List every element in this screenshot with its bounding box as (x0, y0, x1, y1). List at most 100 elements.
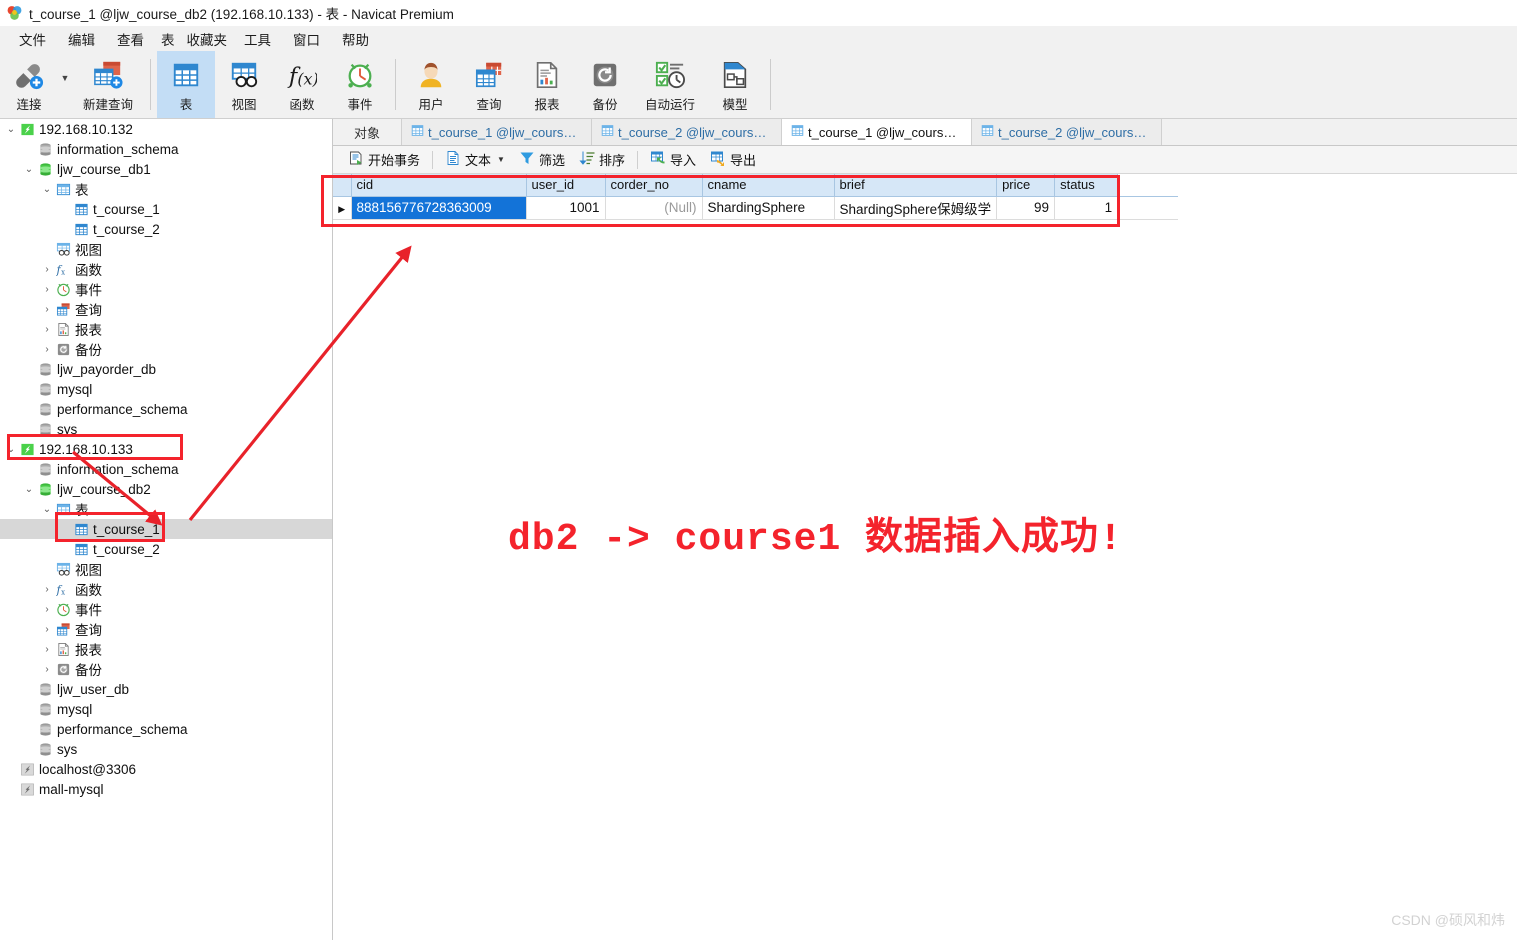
tree-node-ljw_user_db[interactable]: ljw_user_db (0, 679, 332, 699)
tree-node-函数[interactable]: › f x 函数 (0, 579, 332, 599)
tree-node-performance_schema[interactable]: performance_schema (0, 719, 332, 739)
tree-node-ljw_course_db1[interactable]: ⌄ ljw_course_db1 (0, 159, 332, 179)
tree-node-事件[interactable]: › 事件 (0, 599, 332, 619)
tree-node-事件[interactable]: › 事件 (0, 279, 332, 299)
toolbar-button-backup[interactable]: 备份 (576, 51, 634, 118)
grid-cell-brief[interactable]: ShardingSphere保姆级学 (834, 196, 998, 220)
tree-node-mysql[interactable]: mysql (0, 379, 332, 399)
data-toolbar-begin-transaction[interactable]: 开始事务 (341, 148, 427, 172)
chevron-right-icon[interactable]: › (40, 644, 54, 655)
data-toolbar-text[interactable]: 文本 ▼ (438, 148, 512, 172)
grid-column-header-cid[interactable]: cid (351, 174, 527, 197)
tree-node-t_course_1[interactable]: t_course_1 (0, 199, 332, 219)
grid-cell-status[interactable]: 1 (1054, 196, 1119, 220)
data-toolbar-filter[interactable]: 筛选 (512, 148, 572, 172)
object-pane-label[interactable]: 对象 (333, 119, 401, 145)
grid-cell-price[interactable]: 99 (996, 196, 1056, 220)
data-toolbar-import[interactable]: 导入 (643, 148, 703, 172)
toolbar-button-connection[interactable]: 连接 (0, 51, 58, 118)
tree-node-t_course_2[interactable]: t_course_2 (0, 219, 332, 239)
tree-node-sys[interactable]: sys (0, 739, 332, 759)
grid-column-header-price[interactable]: price (996, 174, 1056, 197)
chevron-right-icon[interactable]: › (40, 264, 54, 275)
tree-node-备份[interactable]: › 备份 (0, 339, 332, 359)
grid-cell-corder_no[interactable]: (Null) (605, 196, 703, 220)
tree-node-mysql[interactable]: mysql (0, 699, 332, 719)
connection-tree-sidebar[interactable]: ⌄ 192.168.10.132 information_schema ⌄ ljw_co… (0, 119, 333, 940)
tree-node-t_course_1[interactable]: t_course_1 (0, 519, 332, 539)
grid-column-header-user_id[interactable]: user_id (526, 174, 606, 197)
toolbar-button-function[interactable]: f (x) 函数 (273, 51, 331, 118)
menu-view[interactable]: 查看 (106, 27, 155, 51)
tree-node-ljw_payorder_db[interactable]: ljw_payorder_db (0, 359, 332, 379)
toolbar-button-event-clock[interactable]: 事件 (331, 51, 389, 118)
grid-cell-user_id[interactable]: 1001 (526, 196, 606, 220)
menu-table[interactable]: 表 (155, 27, 181, 51)
tree-node-192-168-10-132[interactable]: ⌄ 192.168.10.132 (0, 119, 332, 139)
data-grid-toolbar[interactable]: 开始事务 文本 ▼ 筛选 排序 导入 导出 (333, 146, 1517, 174)
tree-node-报表[interactable]: › 报表 (0, 639, 332, 659)
chevron-right-icon[interactable]: › (40, 664, 54, 675)
menu-help[interactable]: 帮助 (331, 27, 380, 51)
chevron-down-icon[interactable]: ⌄ (40, 504, 54, 515)
chevron-down-icon[interactable]: ⌄ (22, 484, 36, 495)
toolbar-button-new-query[interactable]: 新建查询 (72, 51, 144, 118)
table-row[interactable]: ▶ 888156776728363009 1001 (Null) ShardingSph… (333, 196, 1178, 220)
menu-edit[interactable]: 编辑 (57, 27, 106, 51)
tree-node-视图[interactable]: 视图 (0, 559, 332, 579)
chevron-right-icon[interactable]: › (40, 284, 54, 295)
menu-favorites[interactable]: 收藏夹 (181, 27, 234, 51)
toolbar-button-user[interactable]: 用户 (402, 51, 460, 118)
grid-column-header-corder_no[interactable]: corder_no (605, 174, 703, 197)
tree-node-192-168-10-133[interactable]: ⌄ 192.168.10.133 (0, 439, 332, 459)
document-tab-strip[interactable]: 对象 t_course_1 @ljw_course_d... t_course_2… (333, 119, 1517, 146)
tree-node-报表[interactable]: › 报表 (0, 319, 332, 339)
tree-node-查询[interactable]: › 查询 (0, 299, 332, 319)
chevron-right-icon[interactable]: › (40, 324, 54, 335)
toolbar-button-query[interactable]: 查询 (460, 51, 518, 118)
chevron-right-icon[interactable]: › (40, 604, 54, 615)
document-tab-3[interactable]: t_course_2 @ljw_course_d... (971, 119, 1161, 145)
tree-node-ljw_course_db2[interactable]: ⌄ ljw_course_db2 (0, 479, 332, 499)
tree-node-performance_schema[interactable]: performance_schema (0, 399, 332, 419)
document-tab-1[interactable]: t_course_2 @ljw_course_d... (591, 119, 781, 145)
tree-node-t_course_2[interactable]: t_course_2 (0, 539, 332, 559)
tree-node-mall-mysql[interactable]: mall-mysql (0, 779, 332, 799)
tree-node-sys[interactable]: sys (0, 419, 332, 439)
grid-column-header-cname[interactable]: cname (702, 174, 835, 197)
chevron-down-icon[interactable]: ⌄ (4, 124, 18, 135)
tree-node-函数[interactable]: › f x 函数 (0, 259, 332, 279)
menu-window[interactable]: 窗口 (282, 27, 331, 51)
tree-node-备份[interactable]: › 备份 (0, 659, 332, 679)
toolbar-button-table[interactable]: 表 (157, 51, 215, 118)
tree-node-information_schema[interactable]: information_schema (0, 459, 332, 479)
tree-node-查询[interactable]: › 查询 (0, 619, 332, 639)
chevron-right-icon[interactable]: › (40, 624, 54, 635)
document-tab-2[interactable]: t_course_1 @ljw_course_d... (781, 119, 971, 145)
toolbar-button-view[interactable]: 视图 (215, 51, 273, 118)
menu-tools[interactable]: 工具 (233, 27, 282, 51)
data-toolbar-sort[interactable]: 排序 (572, 148, 632, 172)
chevron-down-icon[interactable]: ⌄ (22, 164, 36, 175)
chevron-right-icon[interactable]: › (40, 344, 54, 355)
grid-cell-cname[interactable]: ShardingSphere (702, 196, 835, 220)
chevron-right-icon[interactable]: › (40, 584, 54, 595)
tree-node-information_schema[interactable]: information_schema (0, 139, 332, 159)
tree-node-表[interactable]: ⌄ 表 (0, 179, 332, 199)
chevron-down-icon[interactable]: ▼ (497, 155, 505, 164)
toolbar-button-model[interactable]: 模型 (706, 51, 764, 118)
chevron-down-icon[interactable]: ⌄ (40, 184, 54, 195)
toolbar-button-report[interactable]: 报表 (518, 51, 576, 118)
menu-file[interactable]: 文件 (8, 27, 57, 51)
grid-body[interactable]: ▶ 888156776728363009 1001 (Null) ShardingSph… (333, 196, 1178, 220)
grid-column-header-brief[interactable]: brief (834, 174, 998, 197)
data-grid[interactable]: cid user_id corder_no cname brief price status… (333, 174, 1178, 220)
grid-column-header-status[interactable]: status (1054, 174, 1119, 197)
grid-cell-cid[interactable]: 888156776728363009 (351, 196, 527, 220)
chevron-down-icon[interactable]: ⌄ (4, 444, 18, 455)
toolbar-button-automation[interactable]: 自动运行 (634, 51, 706, 118)
data-toolbar-export[interactable]: 导出 (703, 148, 763, 172)
tree-node-视图[interactable]: 视图 (0, 239, 332, 259)
tree-node-表[interactable]: ⌄ 表 (0, 499, 332, 519)
tree-node-localhost-3306[interactable]: localhost@3306 (0, 759, 332, 779)
